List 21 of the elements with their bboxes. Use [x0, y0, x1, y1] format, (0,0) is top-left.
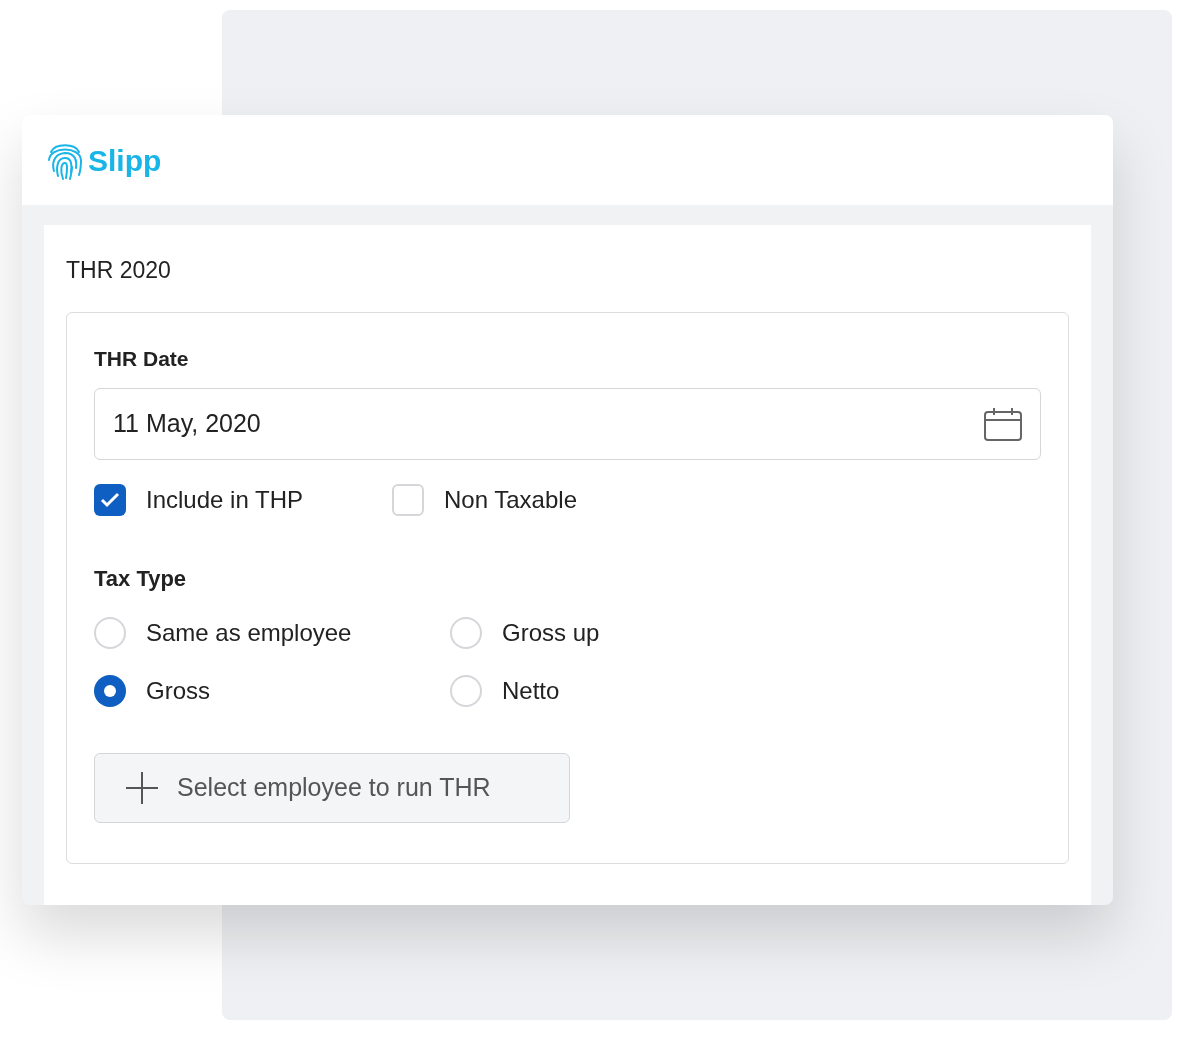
- checkbox[interactable]: [392, 484, 424, 516]
- checkbox[interactable]: [94, 484, 126, 516]
- select-employee-button[interactable]: Select employee to run THR: [94, 753, 570, 823]
- checkbox-label: Non Taxable: [444, 485, 577, 515]
- checkbox-label: Include in THP: [146, 485, 303, 515]
- field-label: THR Date: [94, 345, 190, 372]
- radio-label: Same as employee: [146, 618, 352, 648]
- radio-label: Netto: [502, 676, 560, 706]
- radio-button[interactable]: [94, 675, 126, 707]
- radio-button[interactable]: [450, 675, 482, 707]
- radio-label: Gross: [146, 676, 210, 706]
- page-title: THR 2020: [66, 256, 172, 285]
- checkmark-icon: [100, 492, 120, 508]
- brand-name: Slipp: [88, 142, 162, 179]
- date-field[interactable]: 11 May, 2020: [94, 388, 1041, 460]
- radio-button[interactable]: [450, 617, 482, 649]
- section-label: Tax Type: [94, 565, 188, 593]
- radio-button[interactable]: [94, 617, 126, 649]
- plus-icon: [125, 771, 159, 805]
- radio-label: Gross up: [502, 618, 600, 648]
- calendar-icon: [984, 407, 1022, 441]
